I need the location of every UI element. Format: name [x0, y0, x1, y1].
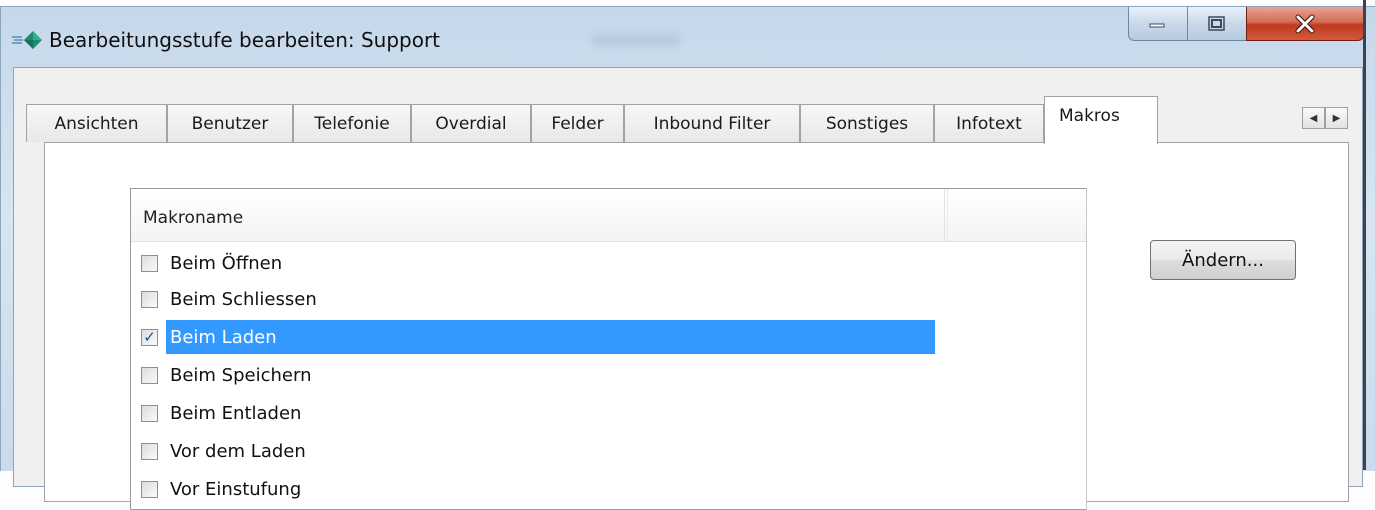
tab-infotext[interactable]: Infotext	[934, 104, 1044, 142]
title-bar[interactable]: Bearbeitungsstufe bearbeiten: Support	[1, 7, 1375, 73]
title-glass-glare	[591, 33, 681, 47]
tab-telefonie[interactable]: Telefonie	[293, 104, 411, 142]
window-frame-edge	[1363, 0, 1366, 470]
close-icon	[1295, 14, 1315, 33]
column-header-label: Makroname	[143, 208, 244, 228]
tab-overdial[interactable]: Overdial	[411, 104, 531, 142]
arrow-left-icon: ◀	[1309, 112, 1318, 124]
list-item[interactable]: Beim Entladen	[141, 395, 301, 431]
tab-scroll-buttons: ◀ ▶	[1302, 107, 1348, 129]
tab-scroll-left-button[interactable]: ◀	[1302, 107, 1325, 129]
list-item-label: Beim Laden	[166, 320, 935, 354]
maximize-button[interactable]	[1187, 7, 1247, 41]
arrow-right-icon: ▶	[1332, 112, 1341, 124]
list-item[interactable]: Beim Schliessen	[141, 281, 317, 317]
macro-list[interactable]: Makroname Beim Öffnen Beim Schliessen ✓ …	[130, 188, 1087, 510]
checkbox[interactable]: ✓	[141, 327, 158, 346]
tab-makros[interactable]: Makros	[1044, 96, 1158, 144]
checkmark-icon: ✓	[143, 327, 156, 346]
dialog-window: Bearbeitungsstufe bearbeiten: Support An…	[0, 6, 1375, 510]
tab-ansichten[interactable]: Ansichten	[26, 104, 167, 142]
list-item[interactable]: ✓ Beim Laden	[141, 319, 935, 355]
list-item-label: Beim Öffnen	[170, 252, 283, 274]
column-header-makroname[interactable]: Makroname	[131, 189, 945, 241]
maximize-icon	[1208, 15, 1225, 31]
tab-sonstiges[interactable]: Sonstiges	[800, 104, 934, 142]
tab-felder[interactable]: Felder	[531, 104, 624, 142]
checkbox[interactable]	[141, 290, 158, 308]
close-button[interactable]	[1246, 7, 1364, 41]
list-item-label: Beim Entladen	[170, 402, 302, 424]
list-item[interactable]: Beim Öffnen	[141, 245, 282, 281]
checkbox[interactable]	[141, 480, 158, 498]
list-item-label: Beim Speichern	[170, 364, 312, 386]
minimize-icon	[1149, 23, 1165, 27]
list-item[interactable]: Beim Speichern	[141, 357, 311, 393]
checkbox[interactable]	[141, 404, 158, 422]
makros-tab-panel: Makroname Beim Öffnen Beim Schliessen ✓ …	[44, 142, 1349, 510]
app-icon	[12, 31, 42, 49]
list-item-label: Vor dem Laden	[170, 440, 306, 462]
list-item[interactable]: Vor Einstufung	[141, 471, 301, 507]
dialog-client-area: Ansichten Benutzer Telefonie Overdial Fe…	[13, 67, 1363, 510]
list-item-label: Beim Schliessen	[170, 288, 317, 310]
list-header: Makroname	[131, 189, 1086, 242]
checkbox[interactable]	[141, 254, 158, 272]
list-item[interactable]: Vor dem Laden	[141, 433, 306, 469]
column-separator[interactable]	[947, 189, 948, 241]
checkbox[interactable]	[141, 442, 158, 460]
tab-inbound-filter[interactable]: Inbound Filter	[624, 104, 800, 142]
change-button[interactable]: Ändern...	[1150, 240, 1296, 280]
window-title: Bearbeitungsstufe bearbeiten: Support	[49, 28, 441, 52]
minimize-button[interactable]	[1128, 7, 1188, 41]
list-item-label: Vor Einstufung	[170, 478, 302, 500]
tab-benutzer[interactable]: Benutzer	[167, 104, 293, 142]
checkbox[interactable]	[141, 366, 158, 384]
tab-scroll-right-button[interactable]: ▶	[1325, 107, 1348, 129]
